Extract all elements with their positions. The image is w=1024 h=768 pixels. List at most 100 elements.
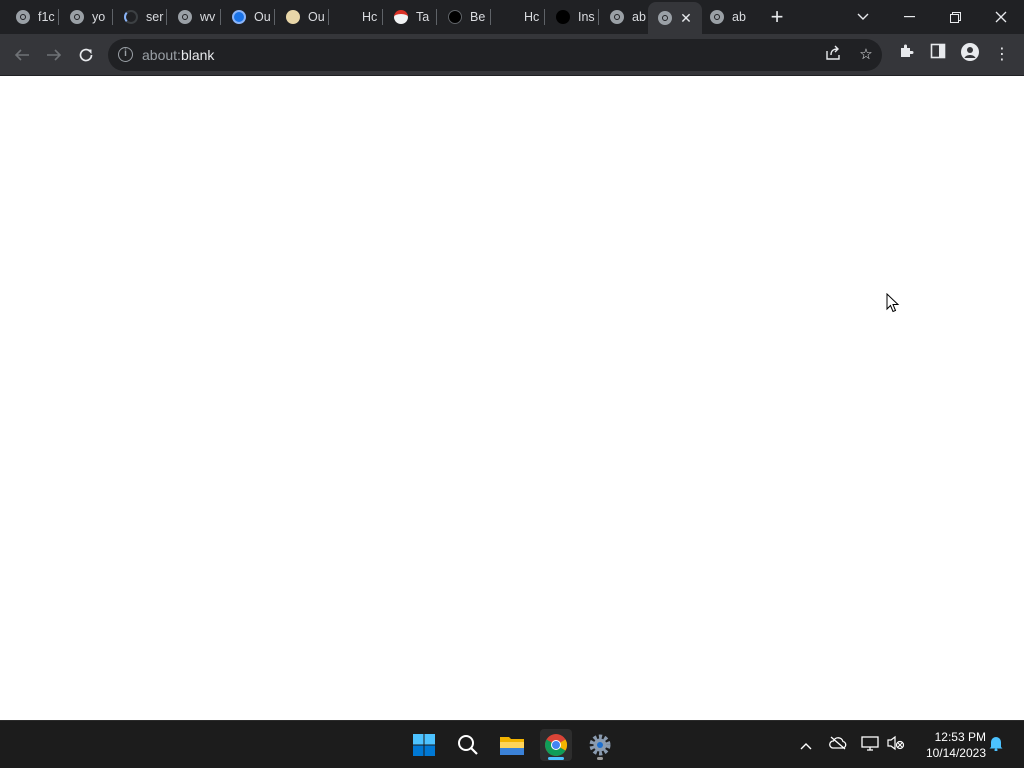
tab[interactable]: Ou: [276, 0, 329, 34]
tab-active[interactable]: ✕: [648, 2, 702, 34]
tab-title: Ou: [308, 10, 325, 24]
close-tab-icon[interactable]: ✕: [678, 10, 694, 26]
loading-spinner-icon: [124, 10, 138, 24]
tab-separator: [490, 9, 491, 25]
minimize-button[interactable]: [886, 0, 932, 34]
globe-icon: [178, 10, 192, 24]
tab-title: Be: [470, 10, 486, 24]
tab-title: ab: [732, 10, 746, 24]
extensions-icon[interactable]: [894, 43, 918, 67]
tab[interactable]: ab: [700, 0, 753, 34]
close-icon: [995, 11, 1007, 23]
url-text[interactable]: about:blank: [142, 47, 214, 63]
chrome-taskbar-button[interactable]: [540, 729, 572, 761]
onedrive-offline-icon[interactable]: [828, 735, 848, 755]
running-indicator: [597, 757, 603, 760]
url-path: blank: [180, 47, 215, 63]
tab-search-button[interactable]: [840, 0, 886, 34]
arrow-left-icon: [14, 49, 29, 61]
tab[interactable]: Ins: [546, 0, 599, 34]
tab-separator: [328, 9, 329, 25]
start-icon: [413, 734, 435, 756]
notification-bell-icon[interactable]: [986, 735, 1006, 755]
network-icon[interactable]: [860, 735, 880, 755]
tab[interactable]: Ou: [222, 0, 275, 34]
tab[interactable]: Hc: [492, 0, 545, 34]
tab-separator: [58, 9, 59, 25]
tab[interactable]: Hc: [330, 0, 383, 34]
tab-title: f1c: [38, 10, 55, 24]
minimize-icon: [903, 16, 915, 18]
tab-separator: [544, 9, 545, 25]
tab-title: Ins: [578, 10, 595, 24]
globe-icon: [710, 10, 724, 24]
tab-separator: [274, 9, 275, 25]
web-content[interactable]: [0, 77, 1024, 720]
tab-title: wv: [200, 10, 216, 24]
globe-icon: [658, 11, 672, 25]
tab-title: ser: [146, 10, 164, 24]
tab-title: yo: [92, 10, 106, 24]
chevron-down-icon: [857, 13, 869, 20]
reload-button[interactable]: [72, 41, 100, 69]
tab-separator: [112, 9, 113, 25]
reload-icon: [79, 48, 93, 62]
search-icon: [458, 735, 478, 755]
address-bar[interactable]: i about:blank ☆: [108, 39, 882, 71]
restore-button[interactable]: [932, 0, 978, 34]
mouse-cursor-icon: [886, 292, 900, 318]
tab[interactable]: ser: [114, 0, 167, 34]
info-icon[interactable]: i: [118, 47, 133, 62]
tab[interactable]: wv: [168, 0, 221, 34]
blank-icon: [502, 10, 516, 24]
chat-app-icon: [232, 10, 246, 24]
file-explorer-button[interactable]: [496, 729, 528, 761]
clock-date: 10/14/2023: [925, 746, 986, 760]
tab[interactable]: ab: [600, 0, 653, 34]
tab-title: Hc: [362, 10, 378, 24]
volume-muted-icon[interactable]: [886, 735, 906, 755]
calendar-icon: [394, 10, 408, 24]
settings-icon: [589, 734, 611, 756]
bookmark-star-icon[interactable]: ☆: [856, 45, 876, 65]
start-button[interactable]: [408, 729, 440, 761]
profile-icon[interactable]: [958, 43, 982, 67]
blank-icon: [340, 10, 354, 24]
tab[interactable]: yo: [60, 0, 113, 34]
close-window-button[interactable]: [978, 0, 1024, 34]
system-clock[interactable]: 12:53 PM 10/14/2023: [914, 729, 986, 761]
restore-icon: [949, 11, 961, 23]
tab[interactable]: Be: [438, 0, 491, 34]
tab-title: Ou: [254, 10, 271, 24]
globe-icon: [16, 10, 30, 24]
image-icon: [286, 10, 300, 24]
tab-separator: [382, 9, 383, 25]
tab[interactable]: f1c: [6, 0, 59, 34]
chevron-up-icon[interactable]: [796, 735, 816, 755]
active-indicator: [548, 757, 564, 760]
url-scheme: about:: [142, 47, 181, 63]
clock-time: 12:53 PM: [934, 730, 986, 744]
globe-icon: [70, 10, 84, 24]
forward-button[interactable]: [40, 41, 68, 69]
new-tab-button[interactable]: +: [766, 6, 788, 29]
globe-icon: [610, 10, 624, 24]
tab-separator: [598, 9, 599, 25]
share-icon[interactable]: [823, 45, 843, 65]
tab-separator: [436, 9, 437, 25]
tab-separator: [220, 9, 221, 25]
file-explorer-icon: [500, 737, 524, 755]
menu-kebab-icon[interactable]: ⋮: [990, 43, 1014, 67]
shield-icon: [448, 10, 462, 24]
tab[interactable]: Ta: [384, 0, 437, 34]
search-button[interactable]: [452, 729, 484, 761]
settings-taskbar-button[interactable]: [584, 729, 616, 761]
tab-separator: [166, 9, 167, 25]
arrow-right-icon: [47, 49, 62, 61]
browser-toolbar: i about:blank ☆ ⋮: [0, 34, 1024, 76]
taskbar: 12:53 PM 10/14/2023: [0, 720, 1024, 768]
tab-strip: f1c yo ser wv Ou Ou Hc Ta Be Hc Ins ab ✕…: [0, 0, 1024, 34]
back-button[interactable]: [8, 41, 36, 69]
side-panel-icon[interactable]: [926, 43, 950, 67]
tab-title: Ta: [416, 10, 430, 24]
